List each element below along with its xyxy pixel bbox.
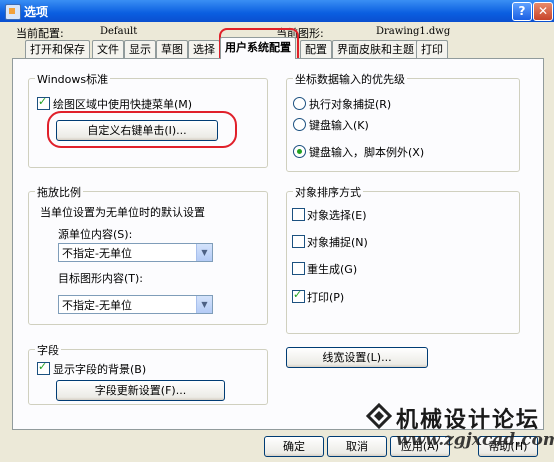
source-units-select[interactable]: 不指定-无单位 ▼ <box>58 243 213 262</box>
field-update-settings-button[interactable]: 字段更新设置(F)... <box>56 380 225 401</box>
watermark-logo-icon <box>366 403 392 429</box>
target-units-label: 目标图形内容(T): <box>58 272 144 285</box>
tab-profiles[interactable]: 配置 <box>300 40 332 58</box>
sort-plot-checkbox[interactable] <box>292 288 305 303</box>
close-icon[interactable]: ✕ <box>533 2 553 21</box>
help-icon[interactable]: ? <box>512 2 532 21</box>
sort-object-snap-checkbox[interactable] <box>292 235 305 248</box>
radio-keyboard-except-scripts-label[interactable]: 键盘输入，脚本例外(X) <box>309 144 424 160</box>
radio-osnap[interactable] <box>293 97 306 110</box>
source-units-label: 源单位内容(S): <box>58 228 133 241</box>
tab-display[interactable]: 显示 <box>124 40 156 58</box>
sort-object-selection-label[interactable]: 对象选择(E) <box>307 207 367 223</box>
button-highlight-circle <box>47 111 237 148</box>
field-background-checkbox[interactable] <box>37 360 50 375</box>
object-sort-title: 对象排序方式 <box>293 184 363 200</box>
tab-skin-theme[interactable]: 界面皮肤和主题 <box>332 40 419 58</box>
shortcut-menu-label[interactable]: 绘图区域中使用快捷菜单(M) <box>53 96 192 112</box>
lineweight-settings-button[interactable]: 线宽设置(L)... <box>286 347 428 368</box>
app-icon <box>5 4 21 20</box>
field-background-label[interactable]: 显示字段的背景(B) <box>53 361 146 377</box>
options-dialog: 选项 ? ✕ 当前配置: Default 当前图形: Drawing1.dwg … <box>0 0 554 462</box>
drag-scale-desc: 当单位设置为无单位时的默认设置 <box>40 206 205 219</box>
sort-regen-checkbox[interactable] <box>292 262 305 275</box>
fields-title: 字段 <box>35 342 61 358</box>
tab-selection[interactable]: 选择 <box>188 40 220 58</box>
target-units-select[interactable]: 不指定-无单位 ▼ <box>58 295 213 314</box>
shortcut-menu-checkbox[interactable] <box>37 95 50 110</box>
sort-object-snap-label[interactable]: 对象捕捉(N) <box>307 234 368 250</box>
watermark-url: www.zgjxcad.com <box>396 430 554 450</box>
sort-plot-label[interactable]: 打印(P) <box>307 289 344 305</box>
coord-priority-title: 坐标数据输入的优先级 <box>293 71 407 87</box>
title-bar[interactable]: 选项 ? ✕ <box>0 0 554 22</box>
drag-scale-title: 拖放比例 <box>35 184 83 200</box>
chevron-down-icon[interactable]: ▼ <box>196 244 212 261</box>
drawing-value: Drawing1.dwg <box>376 26 451 37</box>
cancel-button[interactable]: 取消 <box>327 436 387 457</box>
sort-regen-label[interactable]: 重生成(G) <box>307 261 357 277</box>
tab-plot[interactable]: 打印 <box>416 40 448 58</box>
tab-open-save[interactable]: 打开和保存 <box>25 40 90 58</box>
radio-keyboard-except-scripts[interactable] <box>293 145 306 158</box>
profile-label: 当前配置: <box>16 27 64 40</box>
radio-keyboard-label[interactable]: 键盘输入(K) <box>309 117 369 133</box>
radio-keyboard[interactable] <box>293 118 306 131</box>
windows-standard-title: Windows标准 <box>35 71 111 87</box>
ok-button[interactable]: 确定 <box>264 436 324 457</box>
window-title: 选项 <box>24 5 49 19</box>
radio-osnap-label[interactable]: 执行对象捕捉(R) <box>309 96 391 112</box>
tab-files[interactable]: 文件 <box>92 40 124 58</box>
tab-user-preferences[interactable]: 用户系统配置 <box>220 37 296 59</box>
chevron-down-icon[interactable]: ▼ <box>196 296 212 313</box>
sort-object-selection-checkbox[interactable] <box>292 208 305 221</box>
source-units-value: 不指定-无单位 <box>62 247 132 260</box>
tab-drafting[interactable]: 草图 <box>156 40 188 58</box>
target-units-value: 不指定-无单位 <box>62 299 132 312</box>
profile-value: Default <box>100 26 138 37</box>
